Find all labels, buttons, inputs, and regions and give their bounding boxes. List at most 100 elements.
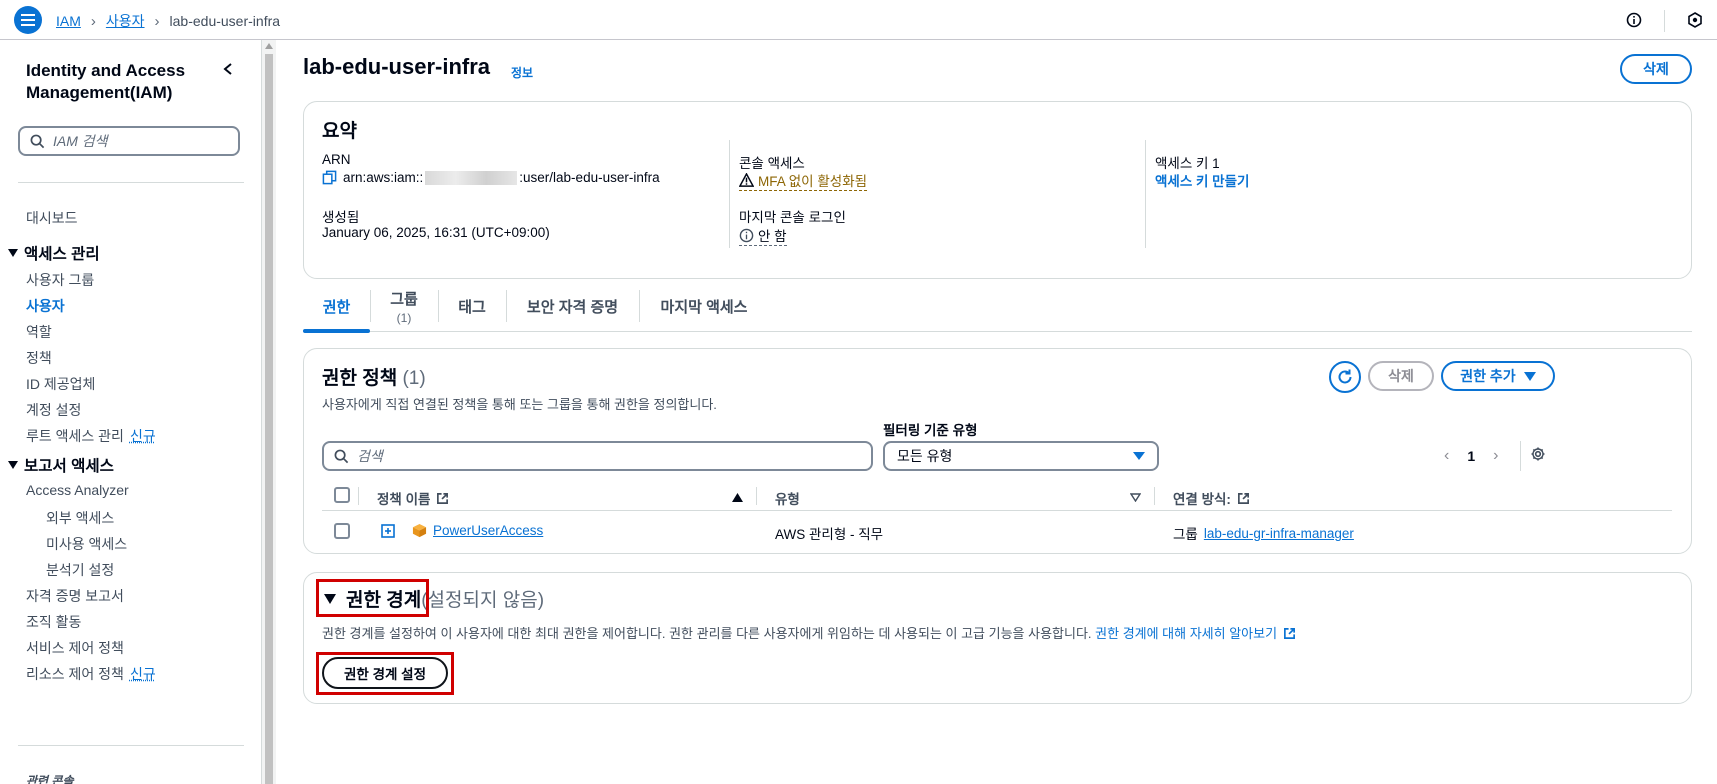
policy-search-input[interactable]: [357, 448, 837, 464]
sidebar-item-rcp[interactable]: 리소스 제어 정책 신규: [26, 664, 156, 684]
sidebar-related-consoles[interactable]: 관련 콘솔: [26, 772, 74, 784]
tab-last-accessed[interactable]: 마지막 액세스: [639, 280, 769, 332]
info-circle-icon: [739, 228, 754, 242]
chevron-left-icon[interactable]: [222, 62, 234, 79]
column-attached-via[interactable]: 연결 방식:: [1173, 488, 1250, 508]
new-badge: 신규: [129, 666, 156, 682]
sort-icon[interactable]: [1129, 490, 1142, 505]
scrollbar-thumb[interactable]: [265, 54, 273, 784]
attached-via-cell: 그룹 lab-edu-gr-infra-manager: [1173, 523, 1354, 543]
refresh-button[interactable]: [1329, 361, 1361, 393]
sidebar-item-scp[interactable]: 서비스 제어 정책: [26, 638, 124, 658]
arn-prefix: arn:aws:iam::: [343, 170, 424, 185]
sidebar-item-policies[interactable]: 정책: [26, 348, 52, 368]
policy-type-cell: AWS 관리형 - 직무: [775, 527, 884, 542]
external-link-icon: [1237, 492, 1249, 504]
tab-security-credentials[interactable]: 보안 자격 증명: [506, 280, 639, 332]
sidebar-item-label: 리소스 제어 정책: [26, 666, 124, 682]
info-link[interactable]: 정보: [511, 64, 533, 81]
arn-label: ARN: [322, 152, 351, 167]
sort-ascending-icon[interactable]: [732, 490, 743, 505]
sidebar-item-users[interactable]: 사용자: [26, 296, 65, 316]
select-all-checkbox[interactable]: [334, 487, 350, 503]
copy-icon[interactable]: [322, 170, 337, 185]
heading-text: 권한 정책: [322, 368, 398, 389]
sidebar-item-credential-report[interactable]: 자격 증명 보고서: [26, 586, 124, 606]
sidebar-item-identity-providers[interactable]: ID 제공업체: [26, 374, 95, 394]
sidebar-item-access-analyzer[interactable]: Access Analyzer: [26, 482, 129, 498]
sidebar-section-reports[interactable]: 보고서 액세스: [8, 454, 114, 476]
chevron-right-icon[interactable]: ›: [1493, 447, 1498, 465]
column-label: 유형: [775, 492, 800, 507]
current-page[interactable]: 1: [1467, 448, 1475, 464]
refresh-icon: [1338, 369, 1352, 384]
chevron-right-icon: ›: [154, 12, 160, 30]
divider: [18, 745, 244, 746]
summary-heading: 요약: [322, 121, 357, 142]
policy-search-field[interactable]: [322, 441, 873, 471]
filter-type-label: 필터링 기준 유형: [883, 423, 978, 438]
delete-user-button[interactable]: 삭제: [1620, 54, 1692, 84]
console-access-value[interactable]: MFA 없이 활성화됨: [739, 170, 868, 191]
permissions-policies-card: 권한 정책 (1) 사용자에게 직접 연결된 정책을 통해 또는 그룹을 통해 …: [303, 348, 1692, 554]
learn-more-link[interactable]: 권한 경계에 대해 자세히 알아보기: [1095, 626, 1277, 641]
sidebar-title[interactable]: Identity and Access Management(IAM): [26, 60, 216, 104]
external-link-icon: [437, 492, 449, 504]
main-content: lab-edu-user-infra 정보 삭제 요약 ARN arn:aws:…: [276, 40, 1717, 784]
sidebar-item-unused-access[interactable]: 미사용 액세스: [46, 534, 127, 554]
feedback-hexagon-icon[interactable]: [1687, 11, 1703, 31]
side-navigation: Identity and Access Management(IAM) 대시보드…: [0, 40, 262, 784]
policy-count: (1): [402, 368, 426, 389]
chevron-left-icon[interactable]: ‹: [1444, 447, 1449, 465]
breadcrumb-iam[interactable]: IAM: [56, 13, 81, 29]
sidebar-item-org-activity[interactable]: 조직 활동: [26, 612, 81, 632]
sidebar-item-external-access[interactable]: 외부 액세스: [46, 508, 114, 528]
sidebar-search-input[interactable]: [53, 133, 213, 149]
remove-policy-button[interactable]: 삭제: [1368, 361, 1434, 391]
sidebar-item-roles[interactable]: 역할: [26, 322, 52, 342]
expand-plus-icon[interactable]: [381, 524, 395, 541]
last-login-value[interactable]: 안 함: [739, 225, 787, 246]
group-link[interactable]: lab-edu-gr-infra-manager: [1204, 526, 1354, 541]
boundary-description-text: 권한 경계를 설정하여 이 사용자에 대한 최대 권한을 제어합니다. 권한 관…: [322, 626, 1092, 641]
create-access-key-link[interactable]: 액세스 키 만들기: [1155, 170, 1249, 190]
column-policy-name[interactable]: 정책 이름: [377, 488, 449, 508]
console-access-label: 콘솔 액세스: [739, 156, 805, 171]
boundary-description: 권한 경계를 설정하여 이 사용자에 대한 최대 권한을 제어합니다. 권한 관…: [322, 623, 1296, 642]
sidebar-scrollbar[interactable]: [262, 40, 276, 784]
column-label: 연결 방식:: [1173, 492, 1231, 507]
row-checkbox[interactable]: [334, 523, 350, 539]
column-divider: [358, 487, 359, 505]
sidebar-item-account-settings[interactable]: 계정 설정: [26, 400, 81, 420]
sidebar-section-access-management[interactable]: 액세스 관리: [8, 242, 100, 264]
add-permissions-button[interactable]: 권한 추가: [1441, 361, 1555, 391]
sidebar-item-label: 루트 액세스 관리: [26, 428, 124, 444]
tab-permissions[interactable]: 권한: [303, 280, 370, 333]
aws-managed-cube-icon: [412, 523, 427, 538]
sidebar-item-user-groups[interactable]: 사용자 그룹: [26, 270, 94, 290]
column-type[interactable]: 유형: [775, 488, 800, 508]
policy-name-link[interactable]: PowerUserAccess: [433, 523, 543, 538]
arn-value: arn:aws:iam:::user/lab-edu-user-infra: [322, 170, 660, 185]
sidebar-item-dashboard[interactable]: 대시보드: [26, 208, 78, 228]
sidebar-item-analyzer-settings[interactable]: 분석기 설정: [46, 560, 114, 580]
menu-icon[interactable]: [14, 6, 42, 34]
last-login-label: 마지막 콘솔 로그인: [739, 210, 846, 225]
arn-suffix: :user/lab-edu-user-infra: [519, 170, 660, 185]
sidebar-search-field[interactable]: [18, 126, 240, 156]
info-circle-icon[interactable]: [1626, 12, 1642, 31]
divider: [1664, 10, 1665, 32]
tab-tags[interactable]: 태그: [438, 280, 506, 332]
breadcrumb-users[interactable]: 사용자: [106, 11, 145, 31]
tab-label: 권한: [322, 298, 351, 316]
sidebar-item-root-access[interactable]: 루트 액세스 관리 신규: [26, 426, 156, 446]
highlight-box: [316, 652, 454, 695]
gear-icon[interactable]: [1530, 446, 1546, 465]
summary-card: 요약 ARN arn:aws:iam:::user/lab-edu-user-i…: [303, 101, 1692, 279]
tab-groups[interactable]: 그룹 (1): [370, 280, 438, 332]
permissions-boundary-card: 권한 경계 (설정되지 않음) 권한 경계를 설정하여 이 사용자에 대한 최대…: [303, 572, 1692, 704]
scroll-up-icon[interactable]: [265, 43, 273, 49]
caret-down-icon: [8, 461, 18, 469]
tab-label: 마지막 액세스: [660, 298, 748, 316]
filter-type-select[interactable]: 모든 유형: [883, 441, 1159, 471]
